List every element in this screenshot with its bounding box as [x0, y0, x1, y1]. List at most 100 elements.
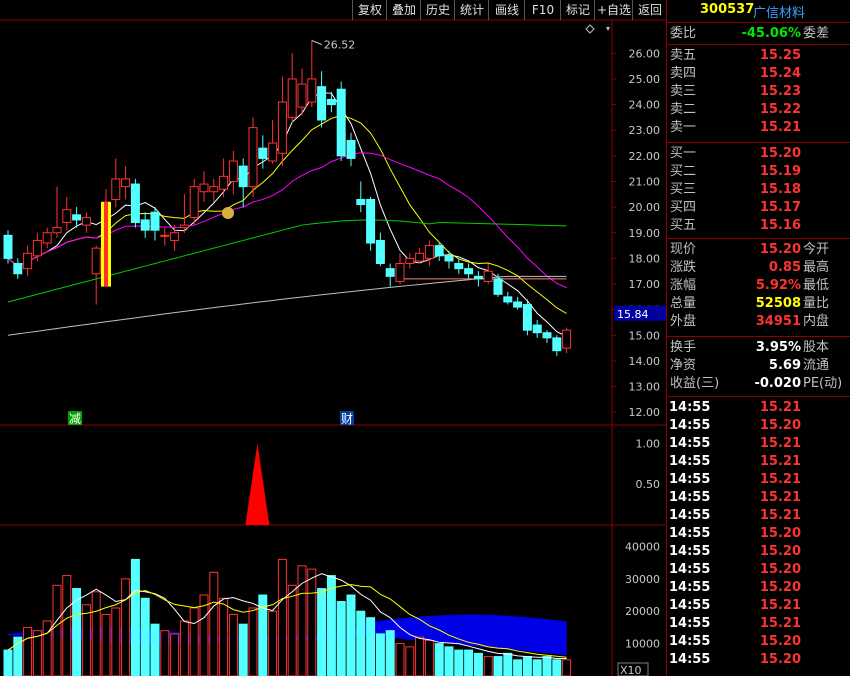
volume-bar	[483, 656, 493, 676]
toolbar-button-1[interactable]: 叠加	[386, 0, 421, 20]
sell-price: 15.21	[759, 120, 801, 135]
buy-row[interactable]: 买二 15.19	[667, 163, 850, 181]
toolbar-button-4[interactable]: 画线	[488, 0, 525, 20]
tick-row: 14:55 15.20	[667, 651, 850, 669]
toolbar-button-7[interactable]: +自选	[594, 0, 633, 20]
volume-bar	[228, 613, 238, 676]
volume-bar	[385, 630, 395, 676]
sell-row[interactable]: 卖五 15.25	[667, 47, 850, 65]
candle-body	[228, 160, 238, 182]
indicator-tick-label: 1.00	[636, 437, 661, 450]
volume-bar	[130, 558, 140, 676]
tick-time: 14:55	[669, 472, 711, 487]
volume-bar	[424, 639, 434, 676]
fin-label: 换手	[670, 340, 697, 355]
volume-tick-label: 40000	[625, 540, 660, 553]
money-bag-icon	[222, 207, 234, 219]
sell-price: 15.23	[759, 84, 801, 99]
indicator-tick-label: 0.50	[636, 478, 661, 491]
chart-area[interactable]: 26.00 25.00 24.00 23.00 22.00 21.00 20.00 19.00…	[0, 0, 666, 676]
price-tick-label: 18.00	[629, 252, 661, 265]
stat-value: 34951	[755, 314, 801, 329]
tick-time: 14:55	[669, 508, 711, 523]
sell-label: 卖三	[670, 84, 697, 99]
volume-bar	[552, 659, 562, 676]
volume-bar	[81, 604, 91, 676]
fin-label: 收益(三)	[670, 376, 720, 391]
toolbar-button-2[interactable]: 历史	[420, 0, 455, 20]
volume-bar	[189, 607, 199, 676]
volume-bar	[150, 623, 160, 676]
tick-time: 14:55	[669, 526, 711, 541]
toolbar-button-5[interactable]: F10	[524, 0, 561, 20]
tick-row: 14:55 15.20	[667, 579, 850, 597]
toolbar-button-3[interactable]: 统计	[454, 0, 489, 20]
stat-value: 5.92%	[755, 278, 801, 293]
stock-code: 300537	[700, 2, 755, 17]
buy-price: 15.17	[759, 200, 801, 215]
candle-body	[434, 245, 444, 257]
volume-bar	[248, 607, 258, 676]
stat-value: 52508	[755, 296, 801, 311]
tick-row: 14:55 15.20	[667, 561, 850, 579]
candle-body	[62, 209, 72, 224]
buy-price: 15.18	[759, 182, 801, 197]
volume-bar	[464, 649, 474, 676]
toolbar-button-8[interactable]: 返回	[632, 0, 667, 20]
sell-price: 15.24	[759, 66, 801, 81]
candle-body	[268, 142, 278, 162]
volume-bar	[415, 636, 425, 676]
toolbar-button-0[interactable]: 复权	[352, 0, 387, 20]
volume-bar	[52, 584, 62, 676]
tick-time: 14:55	[669, 562, 711, 577]
candle-body	[238, 165, 248, 188]
volume-bar	[346, 594, 356, 676]
tick-price: 15.21	[759, 616, 801, 631]
tick-price: 15.21	[759, 598, 801, 613]
tick-row: 14:55 15.21	[667, 471, 850, 489]
volume-tick-label: 10000	[625, 638, 660, 651]
tick-row: 14:55 15.20	[667, 417, 850, 435]
sell-row[interactable]: 卖一 15.21	[667, 119, 850, 137]
fin-label: 净资	[670, 358, 697, 373]
sell-row[interactable]: 卖三 15.23	[667, 83, 850, 101]
volume-bar	[13, 636, 23, 676]
volume-bar	[493, 656, 503, 676]
buy-row[interactable]: 买三 15.18	[667, 181, 850, 199]
candle-body	[473, 275, 483, 280]
candle-body	[179, 224, 189, 229]
sell-row[interactable]: 卖四 15.24	[667, 65, 850, 83]
tick-price: 15.21	[759, 436, 801, 451]
candle-body	[32, 239, 42, 257]
volume-bar	[375, 633, 385, 676]
quote-panel: 300537 广信材料 委比 -45.06% 委差 卖五 15.25 卖四 15.24 卖三 1…	[666, 0, 850, 676]
buy-row[interactable]: 买五 15.16	[667, 217, 850, 235]
price-tick-label: 26.00	[629, 47, 661, 60]
sell-price: 15.25	[759, 48, 801, 63]
price-tick-label: 21.00	[629, 175, 661, 188]
stat-row: 现价 15.20 今开	[667, 241, 850, 259]
buy-label: 买三	[670, 182, 697, 197]
candle-body	[552, 337, 562, 352]
stat-label: 现价	[670, 242, 697, 257]
candle-body	[336, 88, 346, 157]
candle-body	[326, 98, 336, 106]
volume-bar	[434, 643, 444, 676]
volume-bar	[170, 633, 180, 676]
candle-body	[375, 239, 385, 265]
candle-body	[454, 263, 464, 270]
finance-row: 净资 5.69 流通	[667, 357, 850, 375]
candle-body	[52, 227, 62, 234]
sell-row[interactable]: 卖二 15.22	[667, 101, 850, 119]
max-price-label: 26.52	[324, 39, 356, 52]
toolbar-button-6[interactable]: 标记	[560, 0, 595, 20]
buy-row[interactable]: 买一 15.20	[667, 145, 850, 163]
volume-bar	[503, 652, 513, 676]
volume-bar	[72, 588, 82, 676]
buy-price: 15.20	[759, 146, 801, 161]
buy-row[interactable]: 买四 15.17	[667, 199, 850, 217]
tick-row: 14:55 15.21	[667, 453, 850, 471]
stock-name[interactable]: 广信材料	[753, 2, 805, 21]
tick-time: 14:55	[669, 616, 711, 631]
candle-body	[385, 268, 395, 277]
